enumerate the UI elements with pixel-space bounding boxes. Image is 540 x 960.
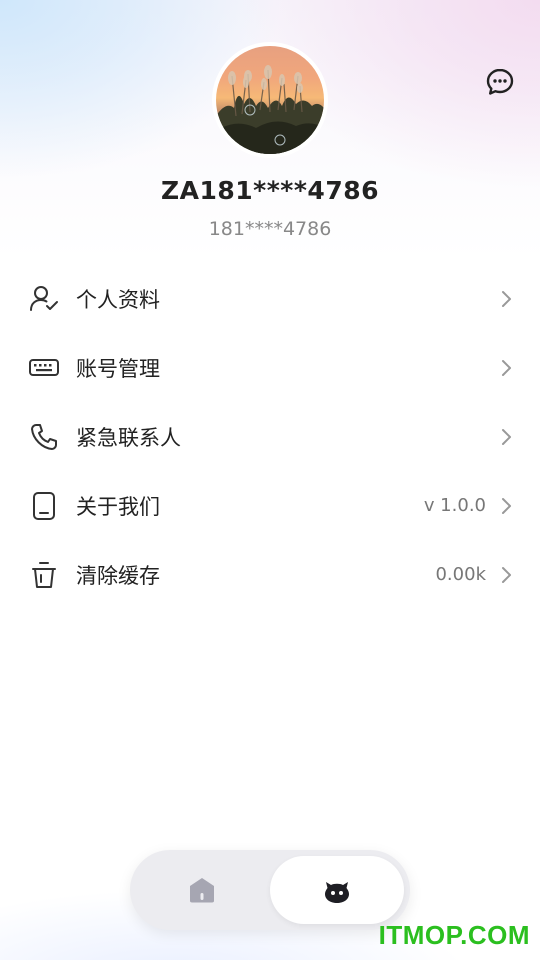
chevron-right-icon — [502, 359, 511, 376]
cache-size-value: 0.00k — [435, 564, 486, 585]
menu-item-label: 清除缓存 — [76, 563, 160, 588]
menu-item-about[interactable]: 关于我们 v 1.0.0 — [0, 471, 540, 540]
bottom-tab-bar — [130, 850, 410, 930]
keyboard-icon — [28, 352, 60, 384]
chat-bubble-icon — [486, 68, 514, 95]
version-value: v 1.0.0 — [423, 495, 486, 516]
avatar-photo — [216, 46, 324, 154]
menu-item-emergency-contact[interactable]: 紧急联系人 — [0, 402, 540, 471]
phone-icon — [28, 421, 60, 453]
menu-item-clear-cache[interactable]: 清除缓存 0.00k — [0, 540, 540, 609]
menu-item-profile[interactable]: 个人资料 — [0, 264, 540, 333]
chevron-right-icon — [502, 428, 511, 445]
trash-icon — [28, 559, 60, 591]
message-button[interactable] — [484, 66, 516, 98]
menu-item-label: 账号管理 — [76, 356, 160, 381]
chevron-right-icon — [502, 290, 511, 307]
menu-item-label: 紧急联系人 — [76, 425, 181, 450]
avatar[interactable] — [212, 42, 328, 158]
username: ZA181****4786 — [160, 176, 380, 205]
chevron-right-icon — [502, 566, 511, 583]
chevron-right-icon — [502, 497, 511, 514]
menu-item-label: 个人资料 — [76, 287, 160, 312]
home-icon — [190, 878, 214, 903]
menu-item-account[interactable]: 账号管理 — [0, 333, 540, 402]
phone-number: 181****4786 — [208, 218, 332, 240]
device-icon — [28, 490, 60, 522]
settings-menu: 个人资料 账号管理 紧急联系人 关于我们 v 1.0.0 清除缓存 0.00k — [0, 264, 540, 609]
user-check-icon — [28, 283, 60, 315]
profile-face-icon — [325, 882, 349, 903]
tab-home[interactable] — [164, 862, 240, 918]
menu-item-label: 关于我们 — [76, 494, 160, 519]
tab-mine[interactable] — [270, 856, 404, 924]
watermark: ITMOP.COM — [378, 920, 530, 950]
